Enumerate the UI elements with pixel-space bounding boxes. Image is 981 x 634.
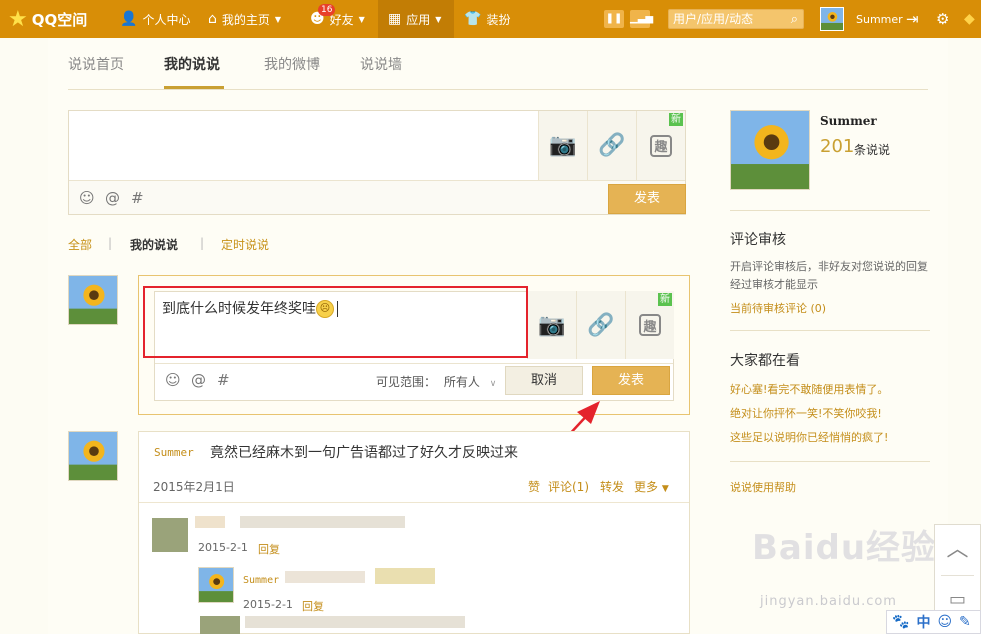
sidebar-divider [730,210,930,211]
comment-date: 2015-2-1 [198,541,248,554]
lang-toggle[interactable]: 中 [916,612,930,632]
pending-review-link[interactable]: 当前待审核评论 (0) [730,300,826,316]
post-count[interactable]: 201 [820,136,854,157]
blurred-avatar [152,518,188,552]
pen-icon[interactable]: ✎ [959,614,971,630]
post-count-label: 条说说 [854,143,891,157]
review-description: 开启评论审核后，非好友对您说说的回复经过审核才能显示 [730,260,928,291]
paw-icon[interactable]: 🐾 [892,614,909,630]
blurred-name [195,516,225,528]
comment-reply-link[interactable]: 回复 [258,541,280,557]
post-content: 竟然已经麻木到一句广告语都过了好久才反映过来 [210,445,518,461]
post-divider [139,502,689,503]
blurred-comment [375,568,435,584]
comment-author[interactable]: Summer [243,575,279,586]
chevron-down-icon: ▼ [661,484,669,494]
blurred-avatar [200,616,240,634]
blurred-comment [285,571,365,583]
trending-link-3[interactable]: 这些足以说明你已经悄悄的疯了! [730,429,888,445]
blurred-comment [240,516,405,528]
more-link[interactable]: 更多 ▼ [634,478,669,495]
sidebar-divider [730,330,930,331]
comment-date: 2015-2-1 [243,598,293,611]
blurred-comment [245,616,465,628]
baidu-toolbar: 🐾 中 ☺ ✎ [886,610,981,634]
comment-avatar[interactable] [198,567,234,603]
like-link[interactable]: 赞 [528,478,540,495]
trending-link-1[interactable]: 好心塞!看完不敢随便用表情了。 [730,381,888,397]
trending-title: 大家都在看 [730,353,800,369]
help-link[interactable]: 说说使用帮助 [730,479,796,495]
baidu-watermark: Baidu经验 [752,528,937,568]
trending-link-2[interactable]: 绝对让你抨怀一笑!不笑你咬我! [730,405,882,421]
review-title: 评论审核 [730,232,786,248]
profile-avatar[interactable] [730,110,810,190]
comment-link[interactable]: 评论(1) [548,478,589,495]
post-avatar[interactable] [68,431,118,481]
profile-name[interactable]: Summer [820,114,877,128]
forward-link[interactable]: 转发 [600,478,624,495]
post-date: 2015年2月1日 [153,480,235,494]
chevron-up-icon[interactable]: ︿ [935,525,980,575]
smile-icon[interactable]: ☺ [937,614,952,630]
comment-reply-link[interactable]: 回复 [302,598,324,614]
baidu-url: jingyan.baidu.com [760,594,897,609]
post-author[interactable]: Summer [154,446,194,459]
sidebar-divider [730,461,930,462]
